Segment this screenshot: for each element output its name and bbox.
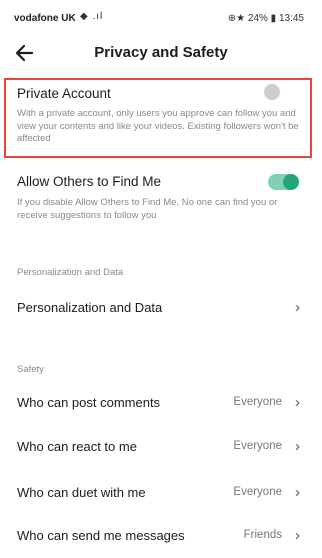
page-title: Privacy and Safety xyxy=(94,44,228,61)
chevron-right-icon: › xyxy=(295,299,300,316)
private-account-title: Private Account xyxy=(17,86,111,101)
status-right: ⊕★ 24% ▮ 13:45 xyxy=(227,13,304,24)
row-label: Who can post comments xyxy=(17,395,161,410)
row-value: Everyone xyxy=(233,486,282,498)
row-value: Friends xyxy=(243,529,282,541)
toggle-knob xyxy=(283,174,299,190)
header: Privacy and Safety xyxy=(0,32,322,76)
signal-icon: ◆ .ıl xyxy=(80,11,104,22)
toggle-knob xyxy=(264,84,280,100)
row-react-to-me[interactable]: Who can react to me Everyone › xyxy=(0,425,322,469)
row-value: Everyone xyxy=(233,396,282,408)
chevron-right-icon: › xyxy=(295,394,300,411)
chevron-right-icon: › xyxy=(295,527,300,544)
allow-find-title: Allow Others to Find Me xyxy=(17,174,162,189)
carrier-label: vodafone UK xyxy=(14,13,76,24)
status-bar: vodafone UK ◆ .ıl ⊕★ 24% ▮ 13:45 xyxy=(0,0,322,32)
row-personalization-data[interactable]: Personalization and Data › xyxy=(0,286,322,330)
row-label: Who can react to me xyxy=(17,439,137,454)
row-label: Personalization and Data xyxy=(17,300,163,315)
allow-find-toggle[interactable] xyxy=(268,174,299,190)
chevron-right-icon: › xyxy=(295,484,300,501)
row-value: Everyone xyxy=(233,440,282,452)
private-account-toggle[interactable] xyxy=(262,84,292,100)
section-header-safety: Safety xyxy=(17,364,44,375)
row-duet-with-me[interactable]: Who can duet with me Everyone › xyxy=(0,471,322,515)
row-send-messages[interactable]: Who can send me messages Friends › xyxy=(0,514,322,558)
row-label: Who can send me messages xyxy=(17,528,185,543)
row-post-comments[interactable]: Who can post comments Everyone › xyxy=(0,381,322,425)
private-account-description: With a private account, only users you a… xyxy=(17,108,299,144)
chevron-right-icon: › xyxy=(295,438,300,455)
row-label: Who can duet with me xyxy=(17,485,146,500)
section-header-personalization: Personalization and Data xyxy=(17,267,124,278)
allow-find-description: If you disable Allow Others to Find Me, … xyxy=(17,197,278,221)
